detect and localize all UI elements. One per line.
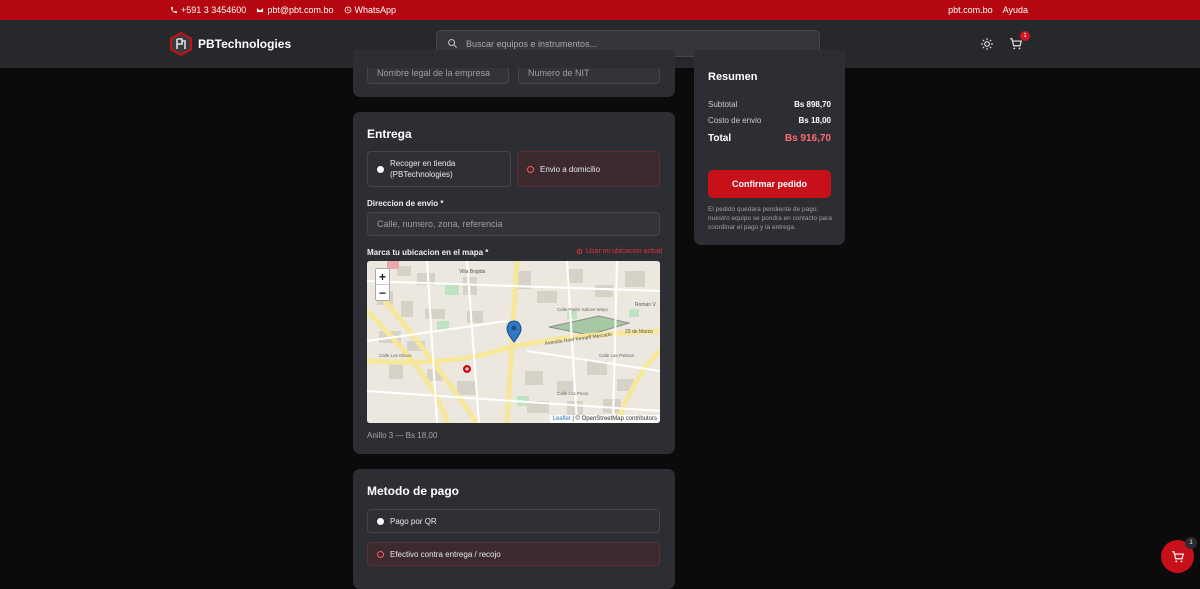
nit-placeholder: Numero de NIT — [528, 68, 590, 78]
zoom-out-button[interactable]: − — [376, 285, 389, 301]
location-target-icon — [576, 248, 583, 255]
search-icon — [448, 39, 458, 49]
map-attribution: Leaflet | © OpenStreetMap contributors — [549, 415, 660, 423]
whatsapp-icon — [344, 6, 351, 14]
zoom-in-button[interactable]: + — [376, 269, 389, 285]
help-link[interactable]: Ayuda — [1003, 5, 1028, 15]
location-map[interactable]: Villa Brigida Avenida Noel Kempff Mercad… — [367, 261, 660, 423]
leaflet-link[interactable]: Leaflet — [553, 416, 571, 422]
address-field[interactable]: Calle, numero, zona, referencia — [367, 212, 660, 236]
site-link[interactable]: pbt.com.bo — [948, 5, 993, 15]
delivery-title: Entrega — [367, 127, 412, 141]
map-street-label: Calle Los Pinos — [557, 391, 589, 396]
subtotal-row: Subtotal Bs 898,70 — [708, 100, 831, 109]
brand-logo[interactable]: PBTechnologies — [170, 32, 291, 56]
map-street-label: Villa Brigida — [459, 269, 486, 275]
radio-unselected — [377, 517, 384, 525]
confirm-order-button[interactable]: Confirmar pedido — [708, 170, 831, 198]
total-value: Bs 916,70 — [784, 133, 831, 144]
shipping-row: Costo de envio Bs 18,00 — [708, 116, 831, 125]
subtotal-value: Bs 898,70 — [794, 100, 831, 109]
map-street-label: Calle Padre Salces Wayu — [557, 307, 608, 312]
pickup-option-label: Recoger en tienda (PBTechnologies) — [390, 159, 456, 179]
cash-payment-option[interactable]: Efectivo contra entrega / recojo — [367, 542, 660, 566]
summary-title: Resumen — [708, 71, 758, 83]
theme-toggle-sun-icon[interactable] — [980, 37, 994, 51]
use-location-text: Usar mi ubicacion actual — [586, 248, 663, 255]
address-placeholder: Calle, numero, zona, referencia — [377, 219, 503, 229]
whatsapp-text: WhatsApp — [354, 5, 397, 15]
cart-icon — [1171, 550, 1184, 562]
radio-selected — [527, 165, 534, 173]
use-location-link[interactable]: Usar mi ubicacion actual — [576, 248, 662, 255]
cash-payment-label: Efectivo contra entrega / recojo — [390, 549, 501, 559]
home-delivery-label: Envio a domicilio — [540, 164, 601, 174]
top-contact-bar: +591 3 3454600 pbt@pbt.com.bo WhatsApp p… — [0, 0, 1200, 20]
map-street-label: Calle Los Olivos — [379, 353, 412, 358]
qr-payment-option[interactable]: Pago por QR — [367, 509, 660, 533]
subtotal-label: Subtotal — [708, 100, 738, 109]
map-street-label: Calle Las Palmas — [599, 353, 635, 358]
radio-unselected — [377, 165, 384, 173]
phone-icon — [171, 7, 177, 13]
qr-payment-label: Pago por QR — [390, 516, 437, 526]
payment-title: Metodo de pago — [367, 484, 459, 498]
shipping-zone-note: Anillo 3 — Bs 18,00 — [367, 431, 438, 440]
logo-hexagon-icon — [170, 32, 192, 56]
home-delivery-option[interactable]: Envio a domicilio — [517, 151, 660, 187]
map-label: Marca tu ubicacion en el mapa * — [367, 248, 489, 257]
nit-field[interactable]: Numero de NIT — [518, 68, 660, 84]
order-pending-note: El pedido quedara pendiente de pago; nue… — [708, 206, 832, 231]
brand-name: PBTechnologies — [198, 37, 292, 51]
map-zoom-control: + − — [375, 268, 390, 301]
legal-name-field[interactable]: Nombre legal de la empresa — [367, 68, 509, 84]
pickup-option[interactable]: Recoger en tienda (PBTechnologies) — [367, 151, 511, 187]
map-tiles: Villa Brigida Avenida Noel Kempff Mercad… — [367, 261, 660, 423]
total-label: Total — [708, 133, 732, 144]
map-street-label: 23 de Marzo — [625, 329, 653, 335]
email-text: pbt@pbt.com.bo — [267, 5, 334, 15]
search-input[interactable] — [466, 38, 796, 49]
map-street-label: Román V. — [635, 302, 657, 308]
whatsapp-link[interactable]: WhatsApp — [344, 5, 397, 15]
shipping-label: Costo de envio — [708, 116, 762, 125]
phone-text: +591 3 3454600 — [181, 5, 247, 15]
total-row: Total Bs 916,70 — [708, 133, 831, 144]
phone-link[interactable]: +591 3 3454600 — [170, 5, 246, 15]
address-label: Direccion de envio * — [367, 199, 444, 208]
legal-name-placeholder: Nombre legal de la empresa — [377, 68, 491, 78]
osm-attribution[interactable]: | © OpenStreetMap contributors — [572, 416, 657, 422]
mail-icon — [256, 7, 264, 13]
radio-selected — [377, 550, 384, 558]
email-link[interactable]: pbt@pbt.com.bo — [256, 5, 334, 15]
shipping-value: Bs 18,00 — [798, 116, 831, 125]
cart-count-badge: 1 — [1020, 31, 1030, 41]
floating-cart-badge: 1 — [1185, 537, 1197, 549]
